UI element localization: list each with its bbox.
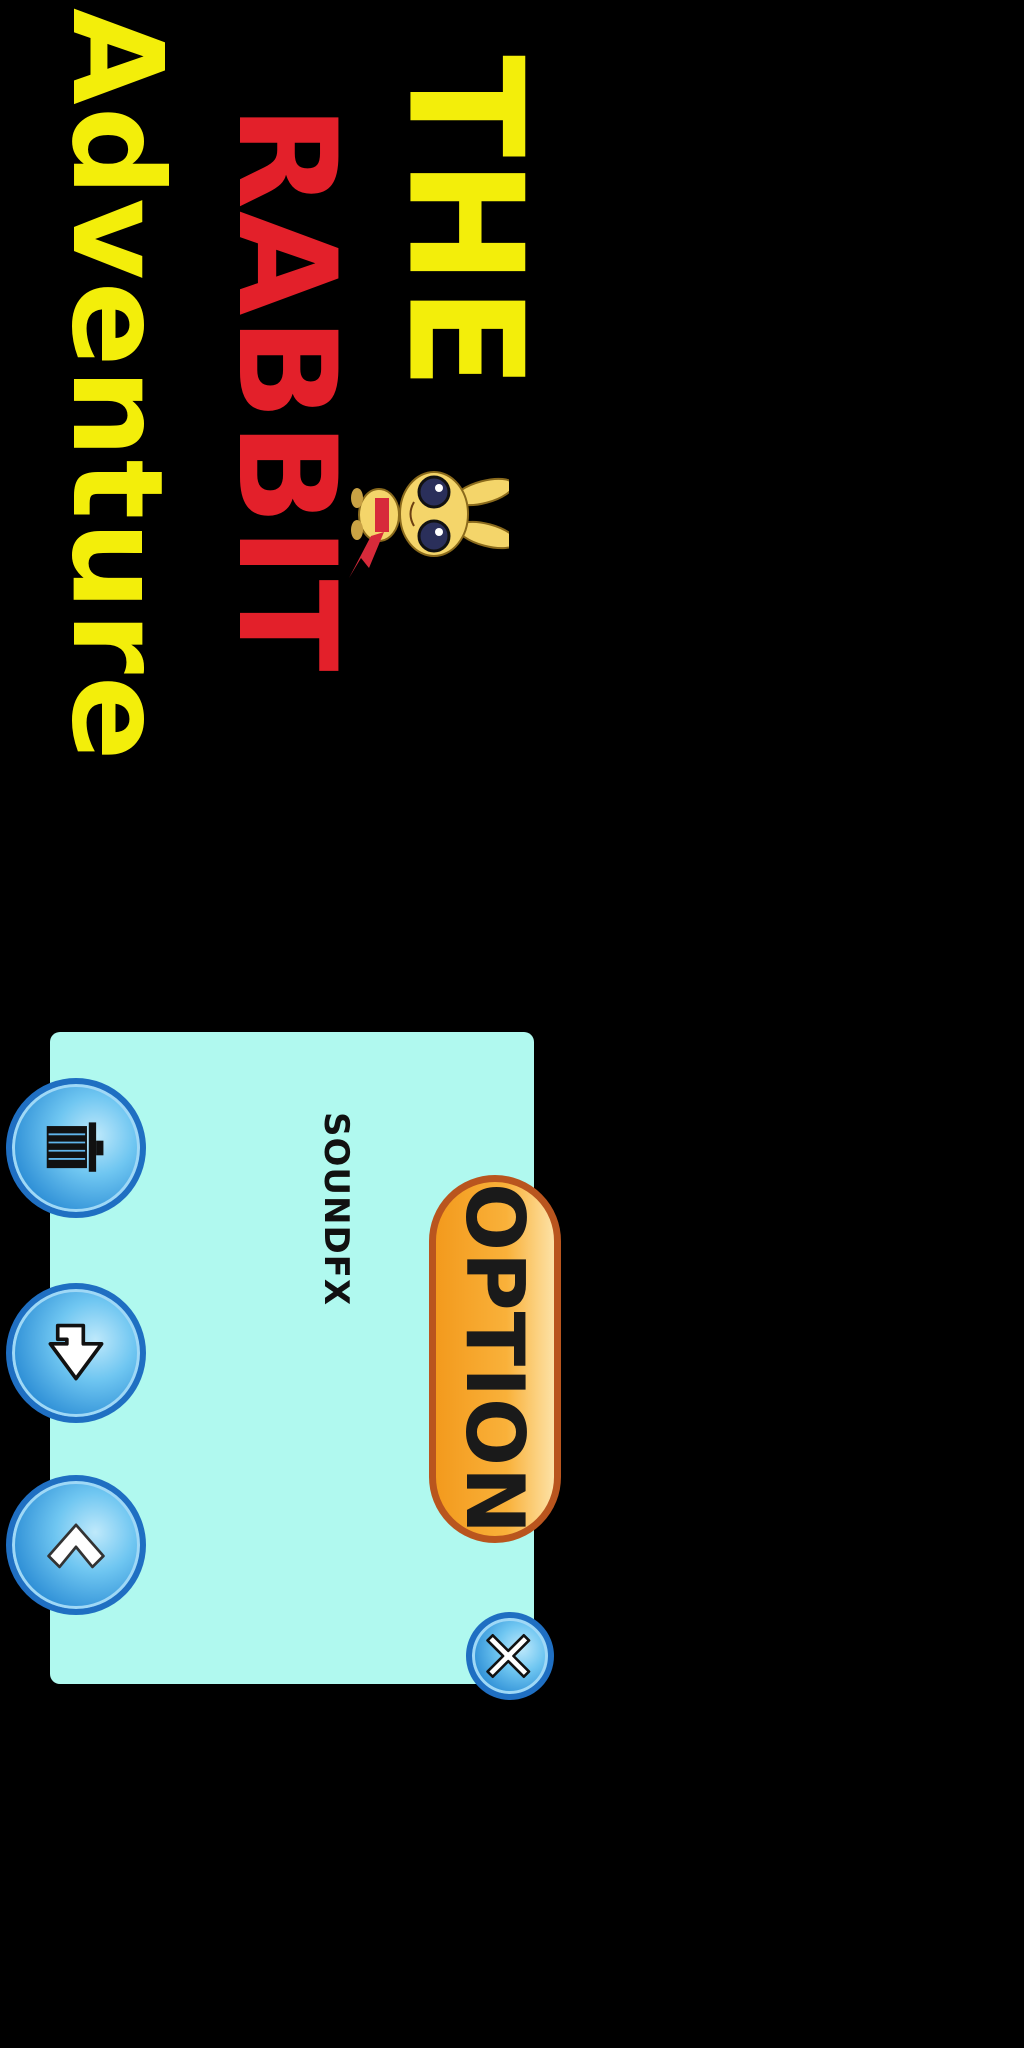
trash-can-icon <box>46 1122 104 1172</box>
close-x-icon <box>486 1633 531 1679</box>
rabbit-mascot-icon <box>349 471 509 578</box>
share-button[interactable] <box>6 1283 146 1423</box>
game-screen: THE RABBIT Adventure SOUNDFX OPTION <box>0 0 1024 2048</box>
rotated-game-canvas: THE RABBIT Adventure SOUNDFX OPTION <box>0 0 1024 2048</box>
trash-button[interactable] <box>6 1078 146 1218</box>
option-heading: OPTION <box>448 1183 542 1535</box>
title-line-3: Adventure <box>44 8 189 763</box>
option-banner: OPTION <box>429 1175 561 1543</box>
title-line-1: THE <box>372 55 556 392</box>
back-button[interactable] <box>6 1475 146 1615</box>
back-chevron-icon <box>47 1523 105 1569</box>
share-arrow-icon <box>48 1323 104 1381</box>
close-button[interactable] <box>466 1612 554 1700</box>
soundfx-label: SOUNDFX <box>316 1112 356 1307</box>
